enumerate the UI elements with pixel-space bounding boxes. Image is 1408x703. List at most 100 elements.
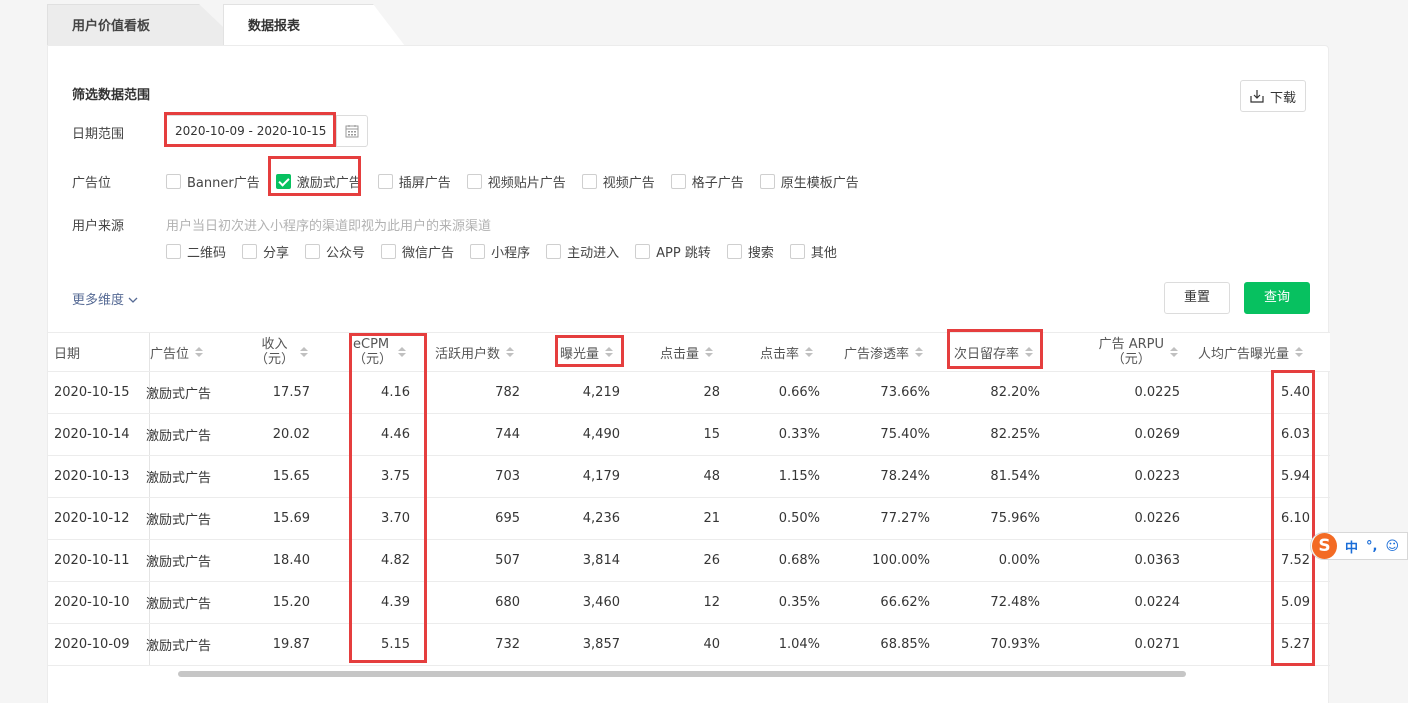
cell-per-user-exposure: 6.03 (1281, 427, 1310, 442)
sogou-logo-icon[interactable]: S (1312, 533, 1337, 559)
source-official-account[interactable]: 公众号 (305, 242, 365, 261)
option-label: APP 跳转 (656, 246, 711, 261)
cell-ad-slot: 激励式广告 (146, 429, 212, 444)
option-label: 格子广告 (691, 176, 744, 191)
cell-ctr: 1.15% (778, 469, 820, 484)
sort-icon[interactable] (605, 347, 614, 357)
cell-ad-slot: 激励式广告 (146, 639, 212, 654)
cell-arpu: 0.0269 (1134, 427, 1181, 442)
cell-per-user-exposure: 5.27 (1281, 637, 1310, 652)
checkbox[interactable] (377, 174, 393, 189)
ad-slot-native-template[interactable]: 原生模板广告 (759, 172, 859, 191)
checkbox[interactable] (789, 244, 805, 259)
header-label: 收入 (261, 337, 288, 352)
source-qrcode[interactable]: 二维码 (166, 242, 226, 261)
checkbox[interactable] (166, 174, 181, 189)
checkbox[interactable] (546, 244, 562, 259)
sort-icon[interactable] (805, 347, 814, 357)
header-income[interactable]: 收入 （元） (218, 333, 308, 371)
table-header: 日期 广告位 收入 （元） eCPM （元） 活跃用户数 曝光量 点击量 点击率 广… (48, 332, 1330, 372)
cell-ctr: 0.50% (778, 511, 820, 526)
header-unit: （元） (254, 352, 294, 367)
option-label: 二维码 (187, 246, 227, 261)
source-direct[interactable]: 主动进入 (546, 242, 619, 261)
header-date: 日期 (54, 346, 81, 362)
checkbox[interactable] (726, 244, 742, 259)
more-dimensions-link[interactable]: 更多维度 (72, 289, 138, 308)
checkbox[interactable] (670, 174, 686, 189)
checkbox[interactable] (759, 174, 775, 189)
header-penetration[interactable]: 广告渗透率 (844, 333, 924, 371)
cell-ecpm: 4.16 (381, 385, 410, 400)
cell-active-users: 695 (495, 511, 520, 526)
cell-active-users: 782 (495, 385, 520, 400)
header-retention[interactable]: 次日留存率 (954, 333, 1034, 371)
sort-icon[interactable] (915, 347, 924, 357)
source-app-jump[interactable]: APP 跳转 (635, 242, 711, 261)
cell-per-user-exposure: 5.40 (1281, 385, 1310, 400)
ad-slot-banner[interactable]: Banner广告 (166, 172, 260, 191)
ime-language-toggle[interactable]: 中 (1345, 537, 1358, 556)
tab-data-report[interactable]: 数据报表 (223, 4, 405, 46)
reset-button[interactable]: 重置 (1164, 282, 1230, 314)
sort-icon[interactable] (398, 347, 407, 357)
ad-slot-rewarded[interactable]: 激励式广告 (275, 172, 362, 191)
header-clicks[interactable]: 点击量 (660, 333, 714, 371)
source-search[interactable]: 搜索 (726, 242, 774, 261)
filter-title: 筛选数据范围 (72, 88, 151, 103)
sort-icon[interactable] (1295, 347, 1304, 357)
ad-slot-video-patch[interactable]: 视频贴片广告 (466, 172, 566, 191)
source-share[interactable]: 分享 (242, 242, 289, 261)
ad-slot-video[interactable]: 视频广告 (581, 172, 655, 191)
sort-icon[interactable] (1025, 347, 1034, 357)
sort-icon[interactable] (300, 347, 308, 357)
ad-slot-interstitial[interactable]: 插屏广告 (377, 172, 451, 191)
checkbox[interactable] (581, 174, 597, 189)
source-other[interactable]: 其他 (789, 242, 837, 261)
checkbox[interactable] (470, 244, 486, 259)
cell-retention: 0.00% (998, 553, 1040, 568)
header-active-users[interactable]: 活跃用户数 (435, 333, 515, 371)
sort-icon[interactable] (705, 347, 714, 357)
source-wechat-ads[interactable]: 微信广告 (381, 242, 454, 261)
header-exposure[interactable]: 曝光量 (560, 333, 614, 371)
cell-ad-slot: 激励式广告 (146, 597, 212, 612)
download-button[interactable]: 下载 (1240, 80, 1306, 112)
header-per-user-exposure[interactable]: 人均广告曝光量 (1198, 333, 1304, 371)
option-label: 主动进入 (567, 246, 620, 261)
sort-icon[interactable] (506, 347, 515, 357)
checkbox-checked[interactable] (275, 174, 291, 189)
checkbox[interactable] (635, 244, 651, 259)
checkbox[interactable] (381, 244, 397, 259)
ime-toolbar[interactable]: S 中 °, ☺ (1310, 532, 1408, 560)
cell-retention: 81.54% (990, 469, 1040, 484)
header-label: eCPM (353, 337, 390, 352)
cell-exposure: 4,490 (582, 427, 620, 442)
cell-income: 15.69 (272, 511, 310, 526)
cell-income: 18.40 (272, 553, 310, 568)
checkbox[interactable] (166, 244, 181, 259)
cell-retention: 70.93% (990, 637, 1040, 652)
ad-slot-grid[interactable]: 格子广告 (670, 172, 744, 191)
checkbox[interactable] (242, 244, 258, 259)
cell-per-user-exposure: 6.10 (1281, 511, 1310, 526)
header-ecpm[interactable]: eCPM （元） (353, 333, 407, 371)
source-mini-program[interactable]: 小程序 (470, 242, 530, 261)
cell-arpu: 0.0223 (1134, 469, 1181, 484)
sort-icon[interactable] (195, 347, 204, 357)
ime-punctuation-toggle[interactable]: °, (1366, 539, 1377, 554)
ime-emoji-icon[interactable]: ☺ (1385, 539, 1399, 554)
checkbox[interactable] (466, 174, 482, 189)
checkbox[interactable] (305, 244, 321, 259)
header-label: 人均广告曝光量 (1198, 346, 1290, 362)
cell-income: 20.02 (272, 427, 310, 442)
header-ad-slot[interactable]: 广告位 (150, 333, 204, 371)
calendar-button[interactable] (336, 115, 368, 147)
sort-icon[interactable] (1170, 347, 1178, 357)
tab-user-value-board[interactable]: 用户价值看板 (47, 4, 243, 46)
horizontal-scrollbar[interactable] (178, 671, 1186, 677)
header-ctr[interactable]: 点击率 (760, 333, 814, 371)
query-button[interactable]: 查询 (1244, 282, 1310, 314)
header-arpu[interactable]: 广告 ARPU （元） (1058, 333, 1178, 371)
option-label: 激励式广告 (296, 176, 362, 191)
